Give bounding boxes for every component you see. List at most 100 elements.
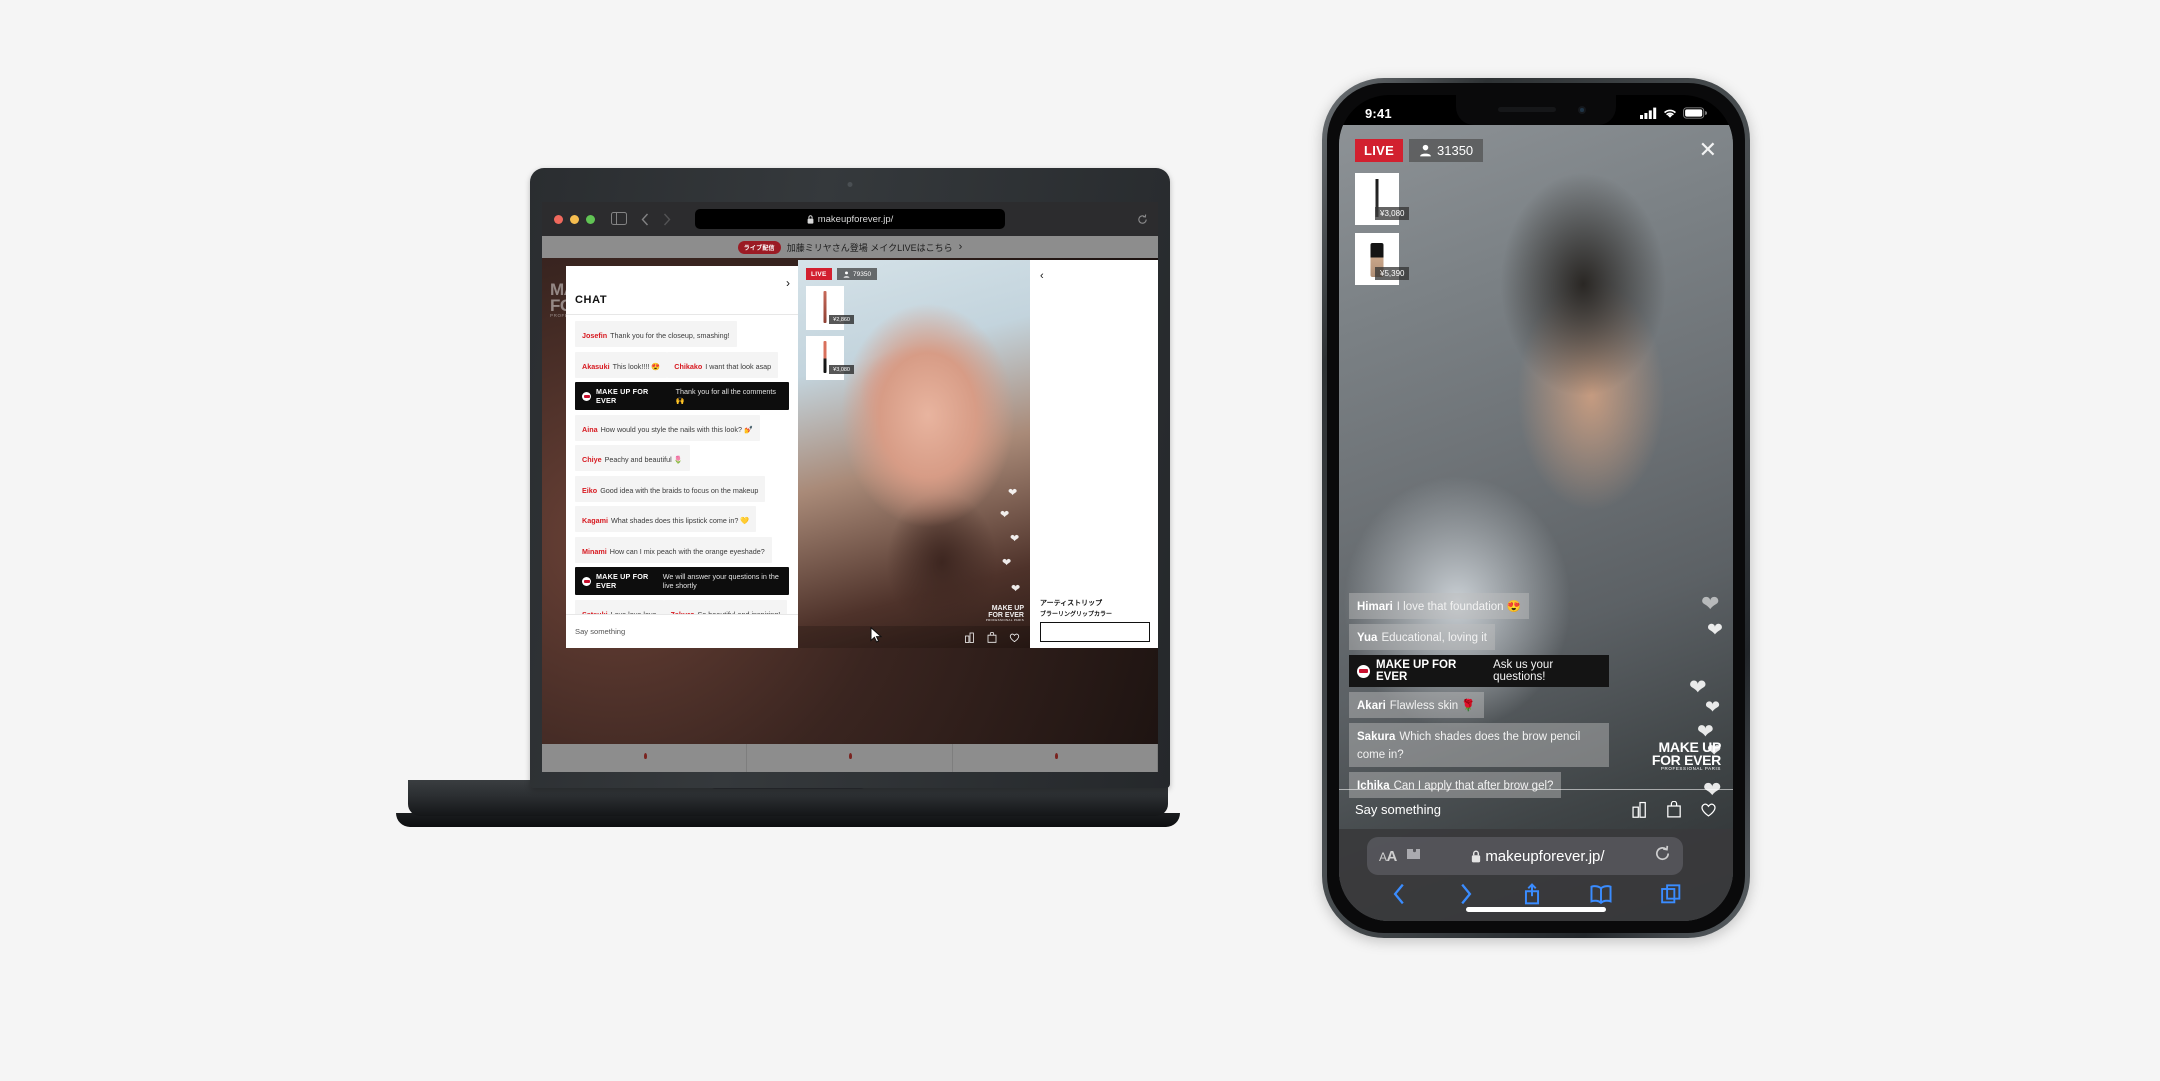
chat-message-author: Yua [1357, 632, 1378, 644]
live-promo-banner[interactable]: ライブ配信 加藤ミリヤさん登場 メイクLIVEはこちら › [542, 236, 1158, 258]
address-bar[interactable]: makeupforever.jp/ [695, 209, 1005, 229]
chat-input[interactable]: Say something [566, 614, 798, 648]
product-thumbnail[interactable]: ¥3,080 [806, 336, 854, 380]
chat-panel: CHAT › Josefin Thank you for the closeup,… [566, 266, 798, 648]
chat-message: Minami How can I mix peach with the orang… [575, 536, 772, 563]
lipstick-icon[interactable] [965, 632, 975, 643]
sidebar-icon[interactable] [611, 212, 627, 226]
chat-message-list[interactable]: Josefin Thank you for the closeup, smashi… [566, 314, 798, 614]
chat-message-text: Good idea with the braids to focus on th… [600, 485, 759, 495]
chat-message-text: Flawless skin 🌹 [1389, 700, 1476, 712]
product-detail-panel: ‹ アーティストリップ ブラーリングリップカラー [1030, 260, 1158, 648]
brand-avatar [582, 576, 591, 586]
chat-message-author: Josefin [582, 331, 608, 340]
chat-message: Akasuki This look!!!! 😍 [575, 351, 668, 378]
earpiece-speaker [1498, 107, 1556, 112]
chat-input-placeholder: Say something [1355, 802, 1441, 817]
laptop-screen: makeupforever.jp/ ライブ配信 加藤ミリヤさん登場 メイクLIV… [542, 202, 1158, 772]
product-back-chevron-left-icon[interactable]: ‹ [1040, 270, 1044, 282]
chat-message: Chikako I want that look asap [667, 351, 779, 378]
minimize-window-button[interactable] [570, 214, 579, 224]
reload-icon[interactable] [1654, 845, 1671, 867]
chat-message-text: I love that foundation 😍 [1396, 601, 1522, 613]
chat-message: Chiye Peachy and beautiful 🌷 [575, 445, 690, 471]
shopping-bag-icon[interactable] [1666, 801, 1682, 818]
back-icon[interactable] [1391, 883, 1408, 905]
product-thumbnail[interactable]: ¥5,390 [1355, 233, 1410, 285]
forward-chevron-icon [663, 213, 671, 225]
lipstick-icon [823, 341, 827, 373]
chat-message: Akari Flawless skin 🌹 [1349, 692, 1484, 718]
chat-message-author: Chiye [582, 455, 602, 464]
product-title: アーティストリップ [1040, 599, 1103, 607]
product-price: ¥3,080 [1375, 207, 1410, 220]
chat-message: Satsuki Love love love [575, 599, 664, 614]
chat-message-author: MAKE UP FOR EVER [596, 387, 649, 405]
chat-message-text: How can I mix peach with the orange eyes… [609, 546, 765, 556]
safari-tabbar [1339, 879, 1733, 909]
chat-message-author: Aina [582, 424, 598, 434]
address-bar[interactable]: AA makeupforever.jp/ [1367, 837, 1683, 875]
chat-message-author: Chikako [674, 361, 703, 371]
chat-message: Josefin Thank you for the closeup, smashi… [575, 321, 737, 347]
product-add-to-cart-button[interactable] [1040, 622, 1150, 642]
share-icon[interactable] [1522, 883, 1542, 905]
chat-message-text: Thank you for all the comments 🙌 [675, 387, 776, 405]
safari-toolbar: AA makeupforever.jp/ [1339, 829, 1733, 921]
chat-message-author: Eiko [582, 485, 598, 495]
laptop-camera-icon [847, 182, 853, 187]
back-chevron-icon [641, 213, 649, 225]
phone-device: 9:41 LIVE 31350 ✕ ¥3,080 ¥5,390 ❤ ❤ ❤ ❤ … [1322, 78, 1750, 938]
forward-icon[interactable] [1457, 883, 1474, 905]
laptop-device: makeupforever.jp/ ライブ配信 加藤ミリヤさん登場 メイクLIV… [396, 168, 1180, 908]
heart-icon[interactable] [1700, 801, 1717, 818]
viewer-count: 31350 [1409, 139, 1484, 162]
window-traffic-lights[interactable] [554, 214, 595, 224]
product-thumbnail[interactable]: ¥3,080 [1355, 173, 1410, 225]
live-badge: LIVE [1355, 139, 1404, 162]
chat-message-author: MAKE UP FOR EVER [596, 572, 649, 590]
chat-message: Yua Educational, loving it [1349, 624, 1495, 650]
reload-icon[interactable] [1137, 212, 1148, 230]
product-thumbnail[interactable]: ¥2,860 [806, 286, 854, 330]
chat-message-author: Kagami [582, 516, 608, 525]
shopping-bag-icon[interactable] [987, 631, 997, 643]
lipstick-icon[interactable] [1632, 801, 1648, 818]
phone-notch [1456, 95, 1616, 125]
chat-message: Eiko Good idea with the braids to focus o… [575, 475, 766, 502]
heart-icon[interactable] [1009, 632, 1020, 643]
zoom-window-button[interactable] [586, 214, 595, 224]
video-watermark: MAKE UP FOR EVER PROFESSIONAL PARIS [986, 605, 1024, 622]
person-icon [843, 270, 850, 278]
chat-message-author: Akari [1357, 700, 1386, 712]
chat-message-text: Peachy and beautiful 🌷 [604, 455, 683, 464]
puzzle-icon[interactable] [1406, 847, 1422, 866]
tabs-icon[interactable] [1660, 884, 1681, 904]
text-size-button[interactable]: AA [1379, 848, 1397, 865]
product-subtitle: ブラーリングリップカラー [1040, 612, 1113, 618]
chat-message-list[interactable]: Himari I love that foundation 😍 Yua Educati… [1349, 593, 1609, 803]
chat-message-author: MAKE UP FOR EVER [1376, 659, 1457, 683]
phone-screen: 9:41 LIVE 31350 ✕ ¥3,080 ¥5,390 ❤ ❤ ❤ ❤ … [1339, 95, 1733, 921]
chat-message-author: Minami [582, 546, 607, 556]
chat-message-text: This look!!!! 😍 [612, 361, 661, 371]
chat-message-brand: MAKE UP FOR EVER Thank you for all the co… [575, 382, 789, 410]
product-price: ¥2,860 [829, 315, 854, 324]
phone-bezel: 9:41 LIVE 31350 ✕ ¥3,080 ¥5,390 ❤ ❤ ❤ ❤ … [1327, 83, 1745, 933]
chat-input[interactable]: Say something [1339, 789, 1733, 829]
status-indicators [1640, 107, 1707, 119]
chat-message: Kagami What shades does this lipstick com… [575, 506, 757, 532]
phone-body: 9:41 LIVE 31350 ✕ ¥3,080 ¥5,390 ❤ ❤ ❤ ❤ … [1322, 78, 1750, 938]
browser-navigation[interactable] [641, 213, 671, 226]
cellular-bars-icon [1640, 107, 1657, 119]
address-bar-url-group: makeupforever.jp/ [1422, 848, 1654, 865]
chat-collapse-chevron-right-icon[interactable]: › [786, 276, 790, 290]
live-video-player[interactable]: LIVE 79350 ¥2,860 ¥3,080 ❤ ❤ ❤ ❤ ❤ MAKE … [798, 260, 1030, 648]
chat-message-author: Himari [1357, 601, 1393, 613]
chat-message-text: How would you style the nails with this … [600, 424, 753, 434]
close-x-icon[interactable]: ✕ [1699, 137, 1717, 163]
close-window-button[interactable] [554, 214, 563, 224]
bookmarks-icon[interactable] [1590, 884, 1612, 904]
chat-message-author: Akasuki [582, 361, 610, 371]
live-badge: LIVE [806, 268, 832, 280]
